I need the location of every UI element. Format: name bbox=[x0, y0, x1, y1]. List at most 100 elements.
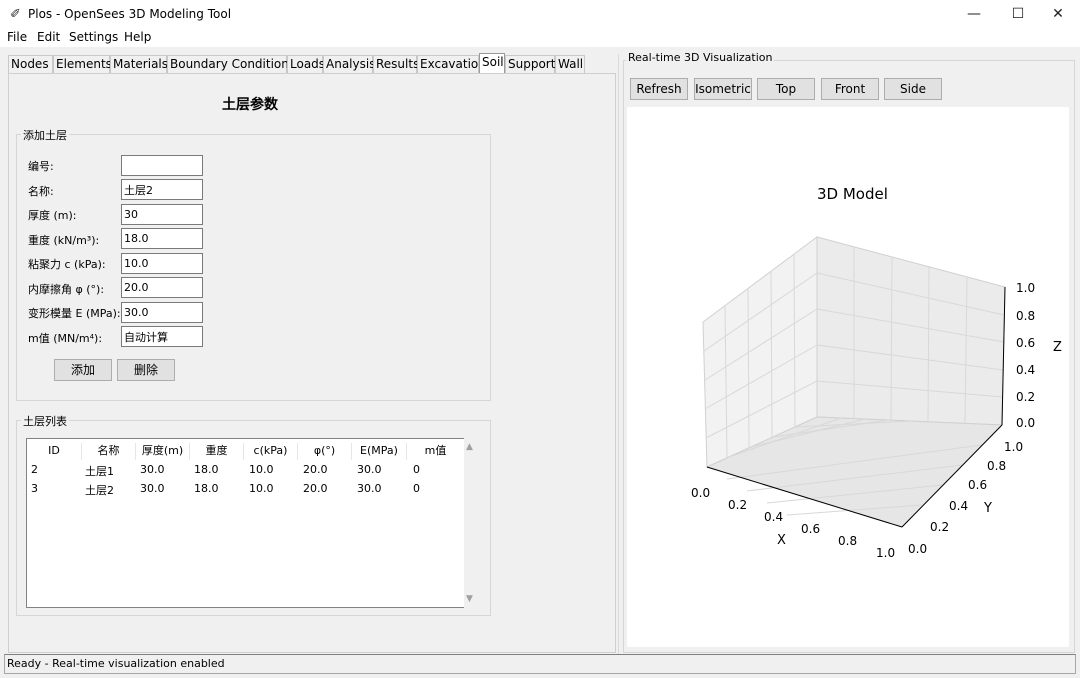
back-pane bbox=[816, 236, 1006, 426]
cell-thickness: 30.0 bbox=[140, 463, 165, 476]
cell-thickness: 30.0 bbox=[140, 482, 165, 495]
close-button[interactable]: ✕ bbox=[1036, 0, 1080, 28]
modulus-field[interactable] bbox=[121, 302, 203, 323]
friction-angle-label: 内摩擦角 φ (°): bbox=[28, 283, 105, 296]
col-cohesion[interactable]: c(kPa) bbox=[244, 443, 298, 460]
cell-modulus: 30.0 bbox=[357, 463, 382, 476]
name-label: 名称: bbox=[28, 185, 54, 198]
title-bar: ✐ Plos - OpenSees 3D Modeling Tool — ☐ ✕ bbox=[0, 0, 1080, 28]
x-tick-label: 0.6 bbox=[801, 522, 820, 536]
y-tick-label: 1.0 bbox=[1004, 440, 1023, 454]
isometric-button[interactable]: Isometric bbox=[694, 78, 752, 100]
col-name[interactable]: 名称 bbox=[82, 443, 136, 460]
scroll-down-icon[interactable]: ▼ bbox=[466, 594, 473, 604]
cell-friction: 20.0 bbox=[303, 463, 328, 476]
scroll-up-icon[interactable]: ▲ bbox=[466, 442, 473, 452]
m-value-label: m值 (MN/m⁴): bbox=[28, 332, 103, 345]
z-tick-label: 0.8 bbox=[1016, 309, 1035, 323]
col-unit-weight[interactable]: 重度 bbox=[190, 443, 244, 460]
z-tick-label: 0.2 bbox=[1016, 390, 1035, 404]
cell-name: 土层1 bbox=[85, 465, 114, 478]
col-m-value[interactable]: m值 bbox=[407, 443, 464, 460]
unit-weight-field[interactable] bbox=[121, 228, 203, 249]
side-view-button[interactable]: Side bbox=[884, 78, 942, 100]
menu-settings[interactable]: Settings bbox=[69, 30, 118, 44]
z-tick-label: 0.6 bbox=[1016, 336, 1035, 350]
delete-button[interactable]: 删除 bbox=[117, 359, 175, 381]
tab-wall[interactable]: Wall bbox=[555, 55, 585, 73]
viz-group-label: Real-time 3D Visualization bbox=[626, 51, 775, 64]
y-axis-label: Y bbox=[983, 501, 992, 516]
window-title: Plos - OpenSees 3D Modeling Tool bbox=[28, 7, 232, 21]
minimize-button[interactable]: — bbox=[952, 0, 996, 28]
x-tick-label: 0.2 bbox=[728, 498, 747, 512]
unit-weight-label: 重度 (kN/m³): bbox=[28, 234, 100, 247]
cell-unit-weight: 18.0 bbox=[194, 463, 219, 476]
front-view-button[interactable]: Front bbox=[821, 78, 879, 100]
tab-support[interactable]: Support bbox=[505, 55, 555, 73]
friction-angle-field[interactable] bbox=[121, 277, 203, 298]
cohesion-field[interactable] bbox=[121, 253, 203, 274]
axes-3d: 0.0 0.2 0.4 0.6 0.8 1.0 X 0.0 0.2 0.4 0.… bbox=[691, 236, 1062, 560]
z-tick-label: 1.0 bbox=[1016, 281, 1035, 295]
tab-results[interactable]: Results bbox=[373, 55, 419, 73]
y-tick-label: 0.2 bbox=[930, 520, 949, 534]
col-modulus[interactable]: E(MPa) bbox=[352, 443, 407, 460]
tab-boundary-conditions[interactable]: Boundary Conditions bbox=[167, 55, 295, 73]
cell-cohesion: 10.0 bbox=[249, 482, 274, 495]
cell-modulus: 30.0 bbox=[357, 482, 382, 495]
cohesion-label: 粘聚力 c (kPa): bbox=[28, 258, 106, 271]
cell-cohesion: 10.0 bbox=[249, 463, 274, 476]
status-bar: Ready - Real-time visualization enabled bbox=[4, 654, 1076, 674]
cell-name: 土层2 bbox=[85, 484, 114, 497]
menu-bar: File Edit Settings Help bbox=[0, 28, 1080, 47]
cell-id: 3 bbox=[31, 482, 38, 495]
add-soil-group-label: 添加土层 bbox=[21, 127, 69, 143]
y-tick-label: 0.6 bbox=[968, 478, 987, 492]
cell-friction: 20.0 bbox=[303, 482, 328, 495]
id-field[interactable] bbox=[121, 155, 203, 176]
z-tick-label: 0.4 bbox=[1016, 363, 1035, 377]
x-tick-label: 0.0 bbox=[691, 486, 710, 500]
list-scrollbar[interactable]: ▲ ▼ bbox=[464, 438, 481, 608]
x-tick-label: 1.0 bbox=[876, 546, 895, 560]
name-field[interactable] bbox=[121, 179, 203, 200]
tab-loads[interactable]: Loads bbox=[287, 55, 325, 73]
section-title: 土层参数 bbox=[222, 97, 278, 113]
tab-elements[interactable]: Elements bbox=[53, 55, 112, 73]
add-button[interactable]: 添加 bbox=[54, 359, 112, 381]
col-thickness[interactable]: 厚度(m) bbox=[136, 443, 190, 460]
menu-help[interactable]: Help bbox=[124, 30, 151, 44]
z-axis-label: Z bbox=[1053, 340, 1062, 355]
thickness-field[interactable] bbox=[121, 204, 203, 225]
app-feather-icon: ✐ bbox=[10, 7, 21, 22]
y-tick-label: 0.0 bbox=[908, 542, 927, 556]
menu-edit[interactable]: Edit bbox=[37, 30, 60, 44]
col-friction[interactable]: φ(°) bbox=[298, 443, 352, 460]
cell-m-value: 0 bbox=[413, 463, 420, 476]
panel-splitter[interactable] bbox=[618, 54, 619, 654]
modulus-label: 变形模量 E (MPa): bbox=[28, 307, 121, 320]
x-tick-label: 0.4 bbox=[764, 510, 783, 524]
refresh-button[interactable]: Refresh bbox=[630, 78, 688, 100]
cell-m-value: 0 bbox=[413, 482, 420, 495]
cell-id: 2 bbox=[31, 463, 38, 476]
col-id[interactable]: ID bbox=[27, 443, 82, 460]
soil-treeview[interactable]: ID 名称 厚度(m) 重度 c(kPa) φ(°) E(MPa) m值 2 土… bbox=[26, 438, 465, 608]
tab-nodes[interactable]: Nodes bbox=[8, 55, 53, 73]
y-tick-label: 0.8 bbox=[987, 459, 1006, 473]
plot-canvas[interactable]: 3D Model 0.0 0.2 0.4 0.6 0.8 1.0 X 0.0 0… bbox=[627, 107, 1069, 647]
tab-excavation[interactable]: Excavation bbox=[417, 55, 486, 73]
id-label: 编号: bbox=[28, 160, 54, 173]
m-value-field[interactable] bbox=[121, 326, 203, 347]
x-tick-label: 0.8 bbox=[838, 534, 857, 548]
maximize-button[interactable]: ☐ bbox=[996, 0, 1040, 28]
menu-file[interactable]: File bbox=[7, 30, 27, 44]
soil-list-group-label: 土层列表 bbox=[21, 413, 69, 429]
top-view-button[interactable]: Top bbox=[757, 78, 815, 100]
tab-soil[interactable]: Soil bbox=[479, 53, 505, 73]
cell-unit-weight: 18.0 bbox=[194, 482, 219, 495]
x-axis-label: X bbox=[777, 533, 786, 548]
tab-analysis[interactable]: Analysis bbox=[323, 55, 375, 73]
tab-materials[interactable]: Materials bbox=[110, 55, 168, 73]
